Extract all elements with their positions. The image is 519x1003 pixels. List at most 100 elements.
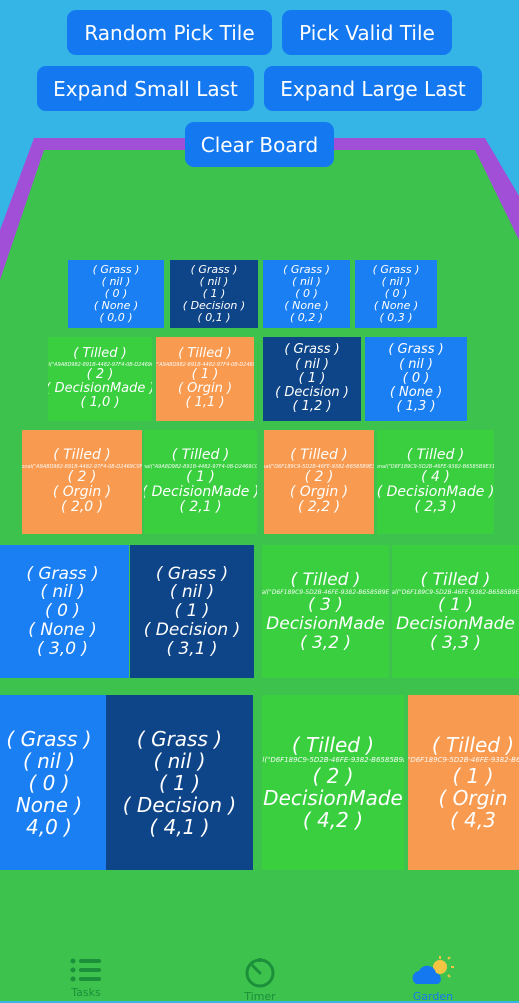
tile-state-label: ( DecisionMade ) bbox=[262, 614, 389, 635]
tile-0-2[interactable]: ( Grass )( nil )( 0 )( None )( 0,2 ) bbox=[263, 260, 350, 328]
tile-4-3[interactable]: ( Tilled )( Optional("D6F189C9-5D2B-46FE… bbox=[408, 695, 519, 870]
tile-count-label: ( 4 ) bbox=[421, 468, 450, 485]
tile-value-label: ( nil ) bbox=[295, 356, 329, 372]
tile-kind-label: ( Tilled ) bbox=[431, 733, 515, 758]
tab-bar: Tasks Timer Garden bbox=[0, 940, 519, 1003]
tile-optional-id: ( Optional("D6F189C9-5D2B-46FE-9382-B658… bbox=[264, 463, 374, 470]
timer-icon bbox=[245, 958, 275, 988]
tile-kind-label: ( Grass ) bbox=[26, 563, 99, 584]
tile-coordinate-label: ( 1,2 ) bbox=[292, 399, 332, 415]
tile-1-1[interactable]: ( Tilled )( Optional("A9A8D982-891B-4482… bbox=[156, 337, 254, 421]
tile-count-label: ( 2 ) bbox=[304, 468, 334, 485]
tile-kind-label: ( Tilled ) bbox=[171, 447, 230, 464]
tile-0-1[interactable]: ( Grass )( nil )( 1 )( Decision )( 0,1 ) bbox=[170, 260, 258, 328]
tile-count-label: ( 0 ) bbox=[45, 601, 80, 622]
tile-coordinate-label: ( 2,0 ) bbox=[60, 499, 104, 516]
tile-kind-label: ( Tilled ) bbox=[291, 733, 375, 758]
tile-coordinate-label: ( 4,2 ) bbox=[302, 807, 364, 832]
tile-2-3[interactable]: ( Tilled )( Optional("D6F189C9-5D2B-46FE… bbox=[377, 430, 494, 534]
tile-count-label: ( 2 ) bbox=[312, 763, 354, 788]
tile-optional-id: ( Optional("D6F189C9-5D2B-46FE-9382-B658… bbox=[262, 756, 404, 765]
tile-value-label: ( nil ) bbox=[22, 748, 76, 773]
tile-2-1[interactable]: ( Tilled )( Optional("A9A8D982-891B-4482… bbox=[144, 430, 257, 534]
tile-value-label: ( nil ) bbox=[40, 582, 85, 603]
tile-state-label: ( Decision ) bbox=[275, 385, 349, 401]
tile-4-1[interactable]: ( Grass )( nil )( 1 )( Decision )( 4,1 ) bbox=[106, 695, 253, 870]
tile-value-label: ( nil ) bbox=[153, 748, 206, 773]
tab-label: Tasks bbox=[71, 986, 101, 999]
tile-count-label: ( 3 ) bbox=[308, 595, 343, 616]
tile-count-label: ( 1 ) bbox=[174, 601, 210, 622]
tile-value-label: ( nil ) bbox=[169, 582, 215, 603]
tab-garden[interactable]: Garden bbox=[373, 956, 493, 1003]
tile-4-2[interactable]: ( Tilled )( Optional("D6F189C9-5D2B-46FE… bbox=[262, 695, 404, 870]
tile-coordinate-label: ( 0,0 ) bbox=[99, 311, 133, 325]
tile-state-label: ( DecisionMade ) bbox=[144, 484, 257, 500]
tile-optional-id: ( Optional("D6F189C9-5D2B-46FE-9382-B658… bbox=[392, 589, 519, 597]
tile-kind-label: ( Grass ) bbox=[388, 342, 444, 358]
tile-coordinate-label: ( 1,0 ) bbox=[80, 395, 120, 411]
tile-count-label: ( 0 ) bbox=[28, 770, 70, 795]
tile-coordinate-label: ( 2,2 ) bbox=[297, 499, 341, 516]
tile-optional-id: ( Optional("D6F189C9-5D2B-46FE-9382-B658… bbox=[408, 756, 519, 765]
tile-kind-label: ( Tilled ) bbox=[406, 447, 465, 464]
tile-kind-label: ( Grass ) bbox=[155, 563, 229, 584]
tile-coordinate-label: ( 0,3 ) bbox=[379, 311, 413, 325]
tile-optional-id: ( Optional("A9A8D982-891B-4482-97F4-0B-D… bbox=[22, 463, 142, 470]
tile-optional-id: ( Optional("D6F189C9-5D2B-46FE-9382-B658… bbox=[262, 589, 389, 597]
tile-kind-label: ( Tilled ) bbox=[290, 447, 348, 464]
tile-state-label: ( None ) bbox=[28, 619, 97, 640]
tile-kind-label: ( Tilled ) bbox=[178, 346, 232, 362]
list-icon bbox=[70, 958, 101, 982]
tile-state-label: ( Decision ) bbox=[143, 619, 241, 640]
tile-count-label: ( 2 ) bbox=[86, 366, 114, 382]
tile-coordinate-label: ( 3,1 ) bbox=[166, 638, 218, 659]
tile-coordinate-label: 4,0 ) bbox=[26, 814, 72, 839]
tab-label: Timer bbox=[244, 990, 276, 1003]
tile-state-label: ( Orgin ) bbox=[52, 484, 112, 500]
tile-0-3[interactable]: ( Grass )( nil )( 0 )( None )( 0,3 ) bbox=[355, 260, 437, 328]
tile-kind-label: ( Grass ) bbox=[6, 726, 92, 751]
tile-coordinate-label: ( 3,0 ) bbox=[36, 638, 89, 659]
tile-3-2[interactable]: ( Tilled )( Optional("D6F189C9-5D2B-46FE… bbox=[262, 545, 389, 678]
tile-count-label: ( 1 ) bbox=[452, 763, 494, 788]
tile-0-0[interactable]: ( Grass )( nil )( 0 )( None )( 0,0 ) bbox=[68, 260, 164, 328]
tile-3-0[interactable]: ( Grass )( nil )( 0 )( None )( 3,0 ) bbox=[0, 545, 129, 678]
tile-3-1[interactable]: ( Grass )( nil )( 1 )( Decision )( 3,1 ) bbox=[130, 545, 254, 678]
tile-coordinate-label: ( 1,1 ) bbox=[185, 395, 225, 411]
tile-count-label: ( 1 ) bbox=[438, 595, 473, 616]
tile-coordinate-label: ( 1,3 ) bbox=[396, 399, 436, 415]
tile-1-0[interactable]: ( Tilled )( Optional("A9A8D982-891B-4482… bbox=[48, 337, 152, 421]
tile-kind-label: ( Grass ) bbox=[284, 342, 340, 358]
tile-kind-label: ( Tilled ) bbox=[420, 569, 491, 590]
tile-count-label: ( 1 ) bbox=[158, 770, 201, 795]
tab-timer[interactable]: Timer bbox=[200, 956, 320, 1003]
tile-kind-label: ( Grass ) bbox=[136, 726, 223, 751]
tile-state-label: ( DecisionMade ) bbox=[377, 484, 494, 500]
tile-coordinate-label: ( 4,1 ) bbox=[149, 814, 210, 839]
tile-coordinate-label: ( 3,3 ) bbox=[429, 632, 482, 653]
tile-4-0[interactable]: ( Grass )( nil )( 0 ) None ) 4,0 ) bbox=[0, 695, 112, 870]
tile-2-0[interactable]: ( Tilled )( Optional("A9A8D982-891B-4482… bbox=[22, 430, 142, 534]
tile-1-3[interactable]: ( Grass )( nil )( 0 )( None )( 1,3 ) bbox=[365, 337, 467, 421]
tile-coordinate-label: ( 0,2 ) bbox=[289, 311, 324, 325]
tile-state-label: ( DecisionMade ) bbox=[262, 785, 404, 810]
tile-state-label: ( None ) bbox=[389, 385, 443, 401]
tile-1-2[interactable]: ( Grass )( nil )( 1 )( Decision )( 1,2 ) bbox=[263, 337, 361, 421]
tile-state-label: None ) bbox=[15, 792, 83, 817]
tile-count-label: ( 1 ) bbox=[191, 366, 219, 382]
tile-state-label: ( Orgin bbox=[438, 785, 508, 810]
tab-tasks[interactable]: Tasks bbox=[26, 956, 146, 999]
tab-label: Garden bbox=[412, 990, 454, 1003]
tile-count-label: ( 2 ) bbox=[67, 468, 97, 485]
tile-coordinate-label: ( 4,3 bbox=[450, 807, 496, 832]
weather-icon bbox=[412, 956, 454, 984]
tile-state-label: ( Orgin ) bbox=[177, 381, 233, 396]
tile-state-label: ( Decision ) bbox=[122, 792, 237, 817]
tile-kind-label: ( Tilled ) bbox=[290, 569, 361, 590]
tile-grid: ( Grass )( nil )( 0 )( None )( 0,0 )( Gr… bbox=[0, 0, 519, 1001]
tile-3-3[interactable]: ( Tilled )( Optional("D6F189C9-5D2B-46FE… bbox=[392, 545, 519, 678]
tile-2-2[interactable]: ( Tilled )( Optional("D6F189C9-5D2B-46FE… bbox=[264, 430, 374, 534]
tile-coordinate-label: ( 2,1 ) bbox=[179, 499, 222, 516]
tile-state-label: ( Orgin ) bbox=[289, 484, 349, 500]
